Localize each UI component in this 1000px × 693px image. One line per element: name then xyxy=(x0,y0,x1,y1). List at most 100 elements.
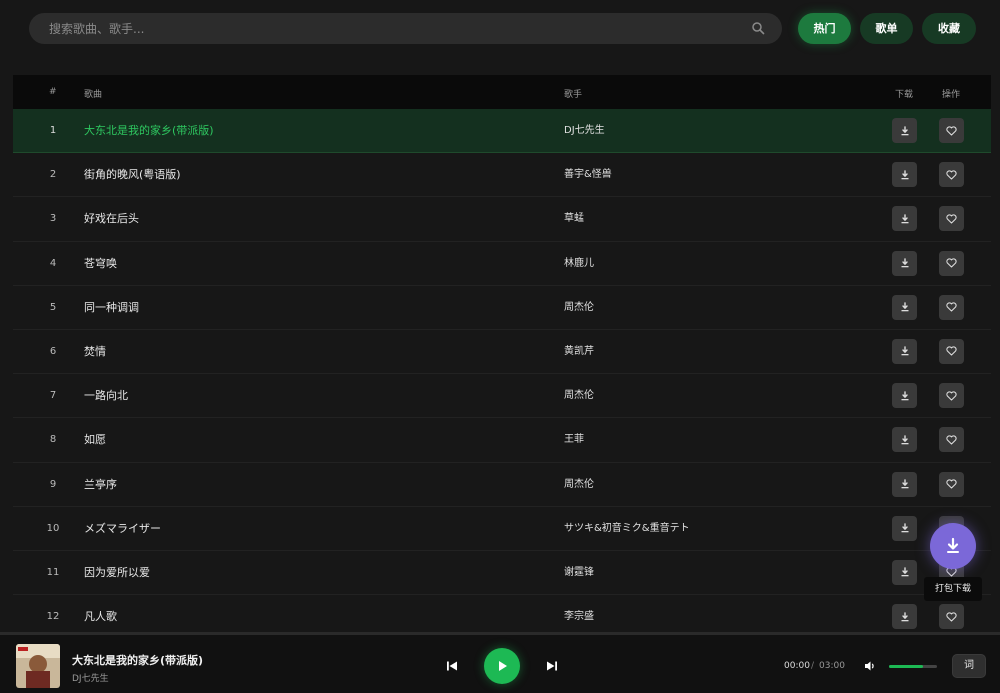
volume-button[interactable] xyxy=(863,659,877,673)
favorite-button[interactable] xyxy=(939,604,964,630)
nav-hot-button[interactable]: 热门 xyxy=(798,13,851,44)
download-button[interactable] xyxy=(892,250,917,276)
lyrics-button[interactable]: 词 xyxy=(952,654,986,678)
song-title[interactable]: 好戏在后头 xyxy=(84,197,139,241)
download-icon xyxy=(901,346,908,356)
download-icon xyxy=(901,390,908,400)
download-icon xyxy=(901,611,908,621)
header-download: 下载 xyxy=(895,90,914,100)
song-title[interactable]: 苍穹唤 xyxy=(84,242,117,286)
search-input[interactable] xyxy=(29,13,749,44)
song-artist[interactable]: 周杰伦 xyxy=(564,374,594,418)
volume-slider[interactable] xyxy=(889,665,937,668)
favorite-button[interactable] xyxy=(939,118,964,143)
download-button[interactable] xyxy=(892,604,917,630)
table-row[interactable]: 4 苍穹唤 林鹿儿 xyxy=(13,242,991,286)
table-row[interactable]: 10 メズマライザー サツキ&初音ミク&重音テト xyxy=(13,507,991,551)
favorite-button[interactable] xyxy=(939,162,964,188)
heart-icon xyxy=(946,346,957,356)
download-button[interactable] xyxy=(892,162,917,188)
download-button[interactable] xyxy=(892,559,917,585)
skip-forward-icon xyxy=(547,661,557,671)
song-artist[interactable]: 草蜢 xyxy=(564,197,584,241)
album-cover[interactable] xyxy=(16,644,60,688)
favorite-button[interactable] xyxy=(939,338,964,364)
download-icon xyxy=(947,537,959,553)
batch-download-button[interactable] xyxy=(930,523,976,569)
download-button[interactable] xyxy=(892,206,917,232)
download-button[interactable] xyxy=(892,118,917,143)
song-title[interactable]: 兰亭序 xyxy=(84,463,117,507)
row-index: 2 xyxy=(49,169,57,181)
row-index: 3 xyxy=(49,213,57,225)
song-artist[interactable]: 善宇&怪兽 xyxy=(564,153,612,197)
nav-favorites-button[interactable]: 收藏 xyxy=(922,13,976,44)
table-row[interactable]: 7 一路向北 周杰伦 xyxy=(13,374,991,419)
nav-playlist-button[interactable]: 歌单 xyxy=(860,13,913,44)
next-button[interactable] xyxy=(542,658,562,674)
download-icon xyxy=(901,258,908,268)
table-row[interactable]: 11 因为爱所以爱 谢霆锋 xyxy=(13,551,991,596)
table-row-playing[interactable]: 1 大东北是我的家乡(带派版) DJ七先生 xyxy=(13,109,991,154)
song-title[interactable]: メズマライザー xyxy=(84,507,161,551)
previous-button[interactable] xyxy=(442,658,462,674)
song-artist[interactable]: 谢霆锋 xyxy=(564,551,594,595)
table-row[interactable]: 8 如愿 王菲 xyxy=(13,418,991,463)
play-button[interactable] xyxy=(484,648,520,684)
header-artist: 歌手 xyxy=(564,90,583,100)
table-row[interactable]: 2 街角的晚风(粤语版) 善宇&怪兽 xyxy=(13,153,991,198)
song-title[interactable]: 因为爱所以爱 xyxy=(84,551,150,595)
table-header: # 歌曲 歌手 下载 操作 xyxy=(13,75,991,109)
download-button[interactable] xyxy=(892,383,917,409)
download-button[interactable] xyxy=(892,471,917,497)
table-row[interactable]: 5 同一种调调 周杰伦 xyxy=(13,286,991,330)
favorite-button[interactable] xyxy=(939,206,964,232)
song-title[interactable]: 同一种调调 xyxy=(84,286,139,330)
song-artist[interactable]: 周杰伦 xyxy=(564,286,594,330)
table-row[interactable]: 6 焚情 黄凯芹 xyxy=(13,330,991,375)
song-title[interactable]: 一路向北 xyxy=(84,374,128,418)
search-icon[interactable] xyxy=(751,21,765,35)
song-artist[interactable]: 林鹿儿 xyxy=(564,242,594,286)
download-button[interactable] xyxy=(892,427,917,453)
volume-level xyxy=(889,665,923,668)
song-title[interactable]: 如愿 xyxy=(84,418,106,462)
song-artist[interactable]: 王菲 xyxy=(564,418,584,462)
row-index: 11 xyxy=(46,566,60,578)
song-artist[interactable]: DJ七先生 xyxy=(564,109,605,153)
header-index: # xyxy=(49,87,57,97)
skip-back-icon xyxy=(447,661,457,671)
row-index: 9 xyxy=(49,478,57,490)
download-icon xyxy=(901,214,908,224)
download-button[interactable] xyxy=(892,338,917,364)
download-icon xyxy=(901,479,908,489)
favorite-button[interactable] xyxy=(939,294,964,320)
search-bar xyxy=(29,13,782,44)
table-row[interactable]: 3 好戏在后头 草蜢 xyxy=(13,197,991,242)
header-song: 歌曲 xyxy=(84,90,103,100)
song-title[interactable]: 焚情 xyxy=(84,330,106,374)
favorite-button[interactable] xyxy=(939,250,964,276)
song-title[interactable]: 街角的晚风(粤语版) xyxy=(84,153,181,197)
download-icon xyxy=(901,567,908,577)
time-separator: / xyxy=(811,661,815,671)
heart-icon xyxy=(946,258,957,268)
table-row[interactable]: 9 兰亭序 周杰伦 xyxy=(13,463,991,507)
download-button[interactable] xyxy=(892,515,917,541)
heart-icon xyxy=(946,479,957,489)
row-index: 4 xyxy=(49,257,57,269)
row-index: 6 xyxy=(49,345,57,357)
play-icon xyxy=(499,661,507,671)
favorite-button[interactable] xyxy=(939,471,964,497)
favorite-button[interactable] xyxy=(939,427,964,453)
download-button[interactable] xyxy=(892,294,917,320)
favorite-button[interactable] xyxy=(939,383,964,409)
song-artist[interactable]: 周杰伦 xyxy=(564,463,594,507)
heart-icon xyxy=(946,170,957,180)
player-bar: 大东北是我的家乡(带派版) DJ七先生 00:00 / 03:00 词 xyxy=(0,632,1000,693)
row-index: 5 xyxy=(49,301,57,313)
song-artist[interactable]: サツキ&初音ミク&重音テト xyxy=(564,507,690,551)
song-title[interactable]: 大东北是我的家乡(带派版) xyxy=(84,109,214,153)
song-artist[interactable]: 黄凯芹 xyxy=(564,330,594,374)
table-body: 1 大东北是我的家乡(带派版) DJ七先生 2 街角的晚风(粤语版) 善宇&怪兽 3 好戏在后… xyxy=(13,109,991,640)
